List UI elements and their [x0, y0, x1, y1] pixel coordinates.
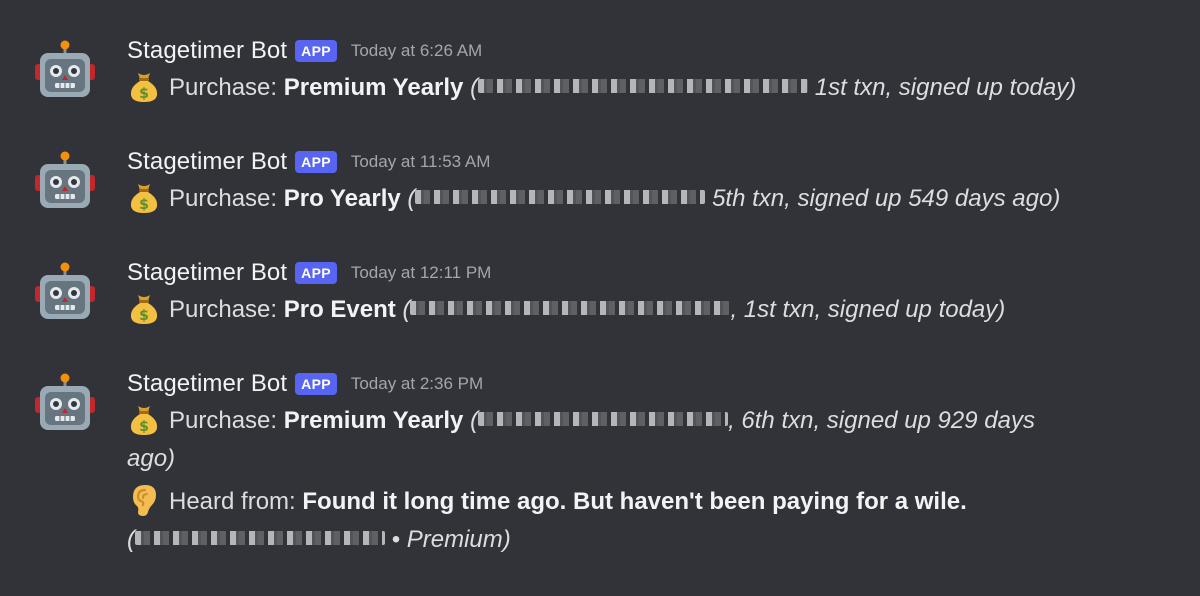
redacted-email — [410, 301, 731, 315]
redacted-email — [135, 531, 385, 545]
transaction-details: , 6th txn, signed up 929 days — [728, 407, 1035, 434]
money-bag-icon: $ — [127, 291, 161, 325]
product-name: Pro Yearly — [283, 185, 401, 212]
timestamp[interactable]: Today at 2:36 PM — [351, 374, 483, 394]
timestamp[interactable]: Today at 11:53 AM — [351, 152, 491, 172]
message-header: Stagetimer Bot APP Today at 11:53 AM — [127, 145, 490, 179]
purchase-prefix: Purchase: — [169, 296, 284, 323]
open-paren: ( — [470, 74, 479, 101]
transaction-details: 1st txn, signed up today) — [814, 74, 1077, 101]
svg-text:$: $ — [139, 197, 149, 213]
money-bag-icon: $ — [127, 402, 161, 436]
svg-text:$: $ — [139, 308, 149, 324]
message-content: $ Purchase: Premium Yearly ( 1st txn, si… — [127, 68, 1076, 108]
redacted-email — [415, 190, 706, 204]
product-name: Premium Yearly — [283, 74, 464, 101]
robot-face-icon[interactable] — [34, 373, 96, 435]
open-paren: ( — [407, 185, 416, 212]
message-content: $ Purchase: Premium Yearly ( , 6th txn, s… — [127, 401, 1035, 441]
purchase-prefix: Purchase: — [169, 407, 284, 434]
message-header: Stagetimer Bot APP Today at 2:36 PM — [127, 367, 483, 401]
svg-text:$: $ — [139, 86, 149, 102]
timestamp[interactable]: Today at 6:26 AM — [351, 41, 482, 61]
redacted-email — [478, 79, 809, 93]
purchase-prefix: Purchase: — [169, 185, 284, 212]
plan-name: • Premium) — [385, 526, 511, 553]
app-badge: APP — [295, 373, 337, 395]
robot-face-icon[interactable] — [34, 262, 96, 324]
message-header: Stagetimer Bot APP Today at 12:11 PM — [127, 256, 491, 290]
product-name: Pro Event — [283, 296, 396, 323]
redacted-email — [478, 412, 729, 426]
robot-face-icon[interactable] — [34, 151, 96, 213]
message-header: Stagetimer Bot APP Today at 6:26 AM — [127, 34, 482, 68]
message-content: $ Purchase: Pro Yearly ( 5th txn, signed… — [127, 179, 1060, 219]
author-name[interactable]: Stagetimer Bot — [127, 148, 287, 176]
heard-from-content: Heard from: Found it long time ago. But … — [127, 482, 967, 522]
robot-face-icon[interactable] — [34, 40, 96, 102]
chat-message-list: Stagetimer Bot APP Today at 6:26 AM $ Pu… — [0, 0, 1200, 596]
author-name[interactable]: Stagetimer Bot — [127, 37, 287, 65]
money-bag-icon: $ — [127, 69, 161, 103]
transaction-details: 5th txn, signed up 549 days ago) — [712, 185, 1061, 212]
money-bag-icon: $ — [127, 180, 161, 214]
heard-from-meta: ( • Premium) — [127, 521, 511, 559]
author-name[interactable]: Stagetimer Bot — [127, 259, 287, 287]
timestamp[interactable]: Today at 12:11 PM — [351, 263, 492, 283]
message-content: $ Purchase: Pro Event ( , 1st txn, signed… — [127, 290, 1005, 330]
author-name[interactable]: Stagetimer Bot — [127, 370, 287, 398]
ear-icon — [127, 483, 161, 517]
purchase-prefix: Purchase: — [169, 74, 284, 101]
open-paren: ( — [402, 296, 411, 323]
app-badge: APP — [295, 40, 337, 62]
product-name: Premium Yearly — [283, 407, 464, 434]
transaction-details: , 1st txn, signed up today) — [730, 296, 1006, 323]
open-paren: ( — [470, 407, 479, 434]
heard-open-paren: ( — [127, 526, 135, 553]
heard-from-prefix: Heard from: — [169, 488, 303, 515]
heard-from-text: Found it long time ago. But haven't been… — [302, 488, 967, 515]
svg-text:$: $ — [139, 419, 149, 435]
message-content-continued: ago) — [127, 440, 175, 478]
app-badge: APP — [295, 262, 337, 284]
app-badge: APP — [295, 151, 337, 173]
transaction-details-continued: ago) — [127, 445, 176, 472]
